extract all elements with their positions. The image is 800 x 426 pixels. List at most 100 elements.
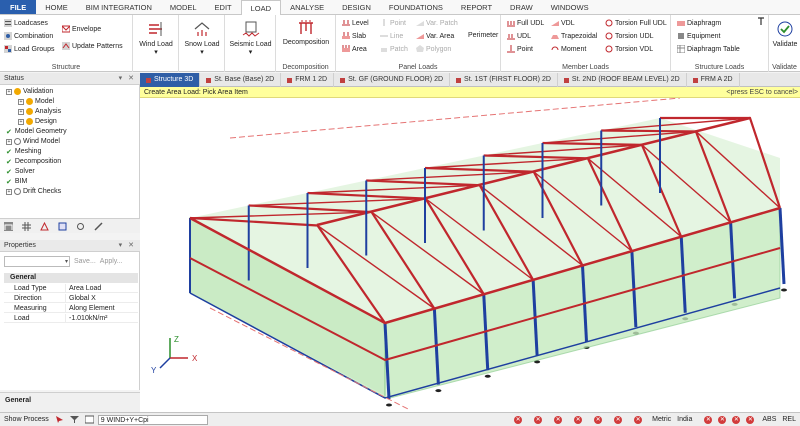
status-panel-controls[interactable]: ▾ ✕ (119, 73, 136, 85)
expand-icon[interactable]: + (6, 88, 12, 95)
slab-load-button[interactable]: Slab (342, 32, 366, 40)
settings-view-icon[interactable] (76, 222, 85, 231)
torsion-full-udl-button[interactable]: Torsion Full UDL (605, 19, 667, 27)
torsion-udl-button[interactable]: Torsion UDL (605, 32, 654, 40)
torsion-vdl-button[interactable]: Torsion VDL (605, 45, 653, 53)
status-tree-item[interactable]: + Model (18, 97, 54, 106)
point-member-load-button[interactable]: Point (507, 45, 533, 53)
doc-tab-roof-beam-2d[interactable]: St. 2ND (ROOF BEAM LEVEL) 2D (558, 73, 687, 87)
property-value[interactable]: Along Element (66, 304, 115, 312)
menu-tab-foundations[interactable]: FOUNDATIONS (380, 0, 452, 14)
error-icon[interactable]: ✕ (732, 415, 741, 424)
menu-tab-bim-integration[interactable]: BIM INTEGRATION (77, 0, 161, 14)
error-icon[interactable]: ✕ (574, 415, 583, 424)
error-icon[interactable]: ✕ (746, 415, 755, 424)
menu-tab-model[interactable]: MODEL (161, 0, 206, 14)
seismic-load-button[interactable]: Seismic Load ▾ (228, 21, 273, 56)
table-icon[interactable] (84, 415, 94, 424)
show-process-button[interactable]: Show Process (4, 416, 49, 423)
property-row[interactable]: Direction Global X (4, 294, 138, 303)
property-row[interactable]: Load -1.010kN/m² (4, 314, 138, 323)
filter-icon[interactable] (69, 415, 79, 424)
doc-tab-base-2d[interactable]: St. Base (Base) 2D (200, 73, 282, 87)
diaphragm-table-button[interactable]: Diaphragm Table (677, 45, 740, 53)
menu-tab-analyse[interactable]: ANALYSE (281, 0, 333, 14)
menu-tab-windows[interactable]: WINDOWS (542, 0, 598, 14)
envelope-button[interactable]: Envelope (62, 25, 101, 33)
trapezoidal-button[interactable]: Trapezoidal (551, 32, 597, 40)
decomposition-button[interactable]: Decomposition (280, 19, 332, 46)
property-value[interactable]: Area Load (66, 284, 101, 292)
property-row[interactable]: Measuring Along Element (4, 304, 138, 313)
combination-button[interactable]: Combination (4, 32, 53, 40)
validate-button[interactable]: Validate (770, 21, 800, 48)
doc-tab-frm-a-2d[interactable]: FRM A 2D (687, 73, 740, 87)
expand-icon[interactable]: + (18, 98, 24, 105)
pick-icon[interactable] (55, 415, 64, 424)
units-indicator[interactable]: Metric (652, 416, 671, 423)
tools-view-icon[interactable] (94, 221, 103, 231)
menu-tab-edit[interactable]: EDIT (206, 0, 241, 14)
error-icon[interactable]: ✕ (514, 415, 523, 424)
doc-tab-first-floor-2d[interactable]: St. 1ST (FIRST FLOOR) 2D (450, 73, 558, 87)
point-panel-load-button[interactable]: Point (380, 19, 406, 27)
equipment-button[interactable]: Equipment (677, 32, 720, 40)
snow-load-button[interactable]: Snow Load ▾ (182, 21, 222, 56)
property-row[interactable]: Load Type Area Load (4, 284, 138, 293)
load-groups-button[interactable]: Load Groups (4, 45, 54, 53)
perimeter-load-button[interactable]: Perimeter (468, 32, 498, 39)
property-value[interactable]: Global X (66, 294, 96, 302)
polygon-load-button[interactable]: Polygon (416, 45, 451, 53)
apply-preset-link[interactable]: Apply... (100, 258, 123, 265)
full-udl-button[interactable]: Full UDL (507, 19, 544, 27)
error-icon[interactable]: ✕ (554, 415, 563, 424)
menu-tab-file[interactable]: FILE (0, 0, 37, 14)
udl-button[interactable]: UDL (507, 32, 531, 40)
property-group-general[interactable]: General (4, 273, 138, 283)
save-preset-link[interactable]: Save... (74, 258, 96, 265)
error-icon[interactable]: ✕ (614, 415, 623, 424)
wind-load-button[interactable]: Wind Load ▾ (136, 21, 176, 56)
doc-tab-ground-floor-2d[interactable]: St. GF (GROUND FLOOR) 2D (334, 73, 451, 87)
menu-tab-design[interactable]: DESIGN (333, 0, 380, 14)
var-patch-load-button[interactable]: Var. Patch (416, 19, 458, 27)
load-view-icon[interactable] (40, 221, 49, 231)
doc-tab-frm-1-2d[interactable]: FRM 1 2D (281, 73, 335, 87)
loadcases-button[interactable]: Loadcases (4, 19, 48, 27)
vdl-button[interactable]: VDL (551, 19, 575, 27)
level-load-button[interactable]: Level (342, 19, 369, 27)
status-tree-item[interactable]: + Wind Model (6, 137, 60, 146)
properties-panel-controls[interactable]: ▾ ✕ (119, 240, 136, 252)
diaphragm-button[interactable]: Diaphragm (677, 19, 721, 27)
update-patterns-button[interactable]: Update Patterns (62, 42, 123, 50)
menu-tab-load[interactable]: LOAD (240, 0, 282, 16)
error-icon[interactable]: ✕ (534, 415, 543, 424)
status-tree-item[interactable]: ✔ Meshing (6, 147, 41, 156)
property-value[interactable]: -1.010kN/m² (66, 314, 108, 322)
error-icon[interactable]: ✕ (634, 415, 643, 424)
moment-button[interactable]: Moment (551, 45, 586, 53)
structure-3d-viewport[interactable]: Z X Y (140, 98, 800, 412)
status-tree-item[interactable]: + Validation (6, 87, 53, 96)
status-tree-item[interactable]: ✔ Model Geometry (6, 127, 67, 136)
abs-toggle[interactable]: ABS (762, 416, 776, 423)
grid-view-icon[interactable] (22, 221, 31, 231)
expand-icon[interactable]: + (18, 118, 24, 125)
status-tree-item[interactable]: + Analysis (18, 107, 61, 116)
status-tree-item[interactable]: + Design (18, 117, 57, 126)
status-tree-item[interactable]: + Drift Checks (6, 187, 61, 196)
menu-tab-report[interactable]: REPORT (452, 0, 501, 14)
region-indicator[interactable]: India (677, 416, 692, 423)
loadcase-selector[interactable]: 9 WIND+Y+Cpi (97, 414, 208, 425)
status-tree-item[interactable]: ✔ Decomposition (6, 157, 61, 166)
model-view-icon[interactable] (4, 221, 13, 231)
expand-icon[interactable]: + (6, 188, 12, 195)
rel-toggle[interactable]: REL (782, 416, 796, 423)
menu-tab-home[interactable]: HOME (36, 0, 77, 14)
menu-tab-draw[interactable]: DRAW (501, 0, 542, 14)
line-panel-load-button[interactable]: Line (380, 32, 403, 40)
design-view-icon[interactable] (58, 222, 67, 231)
patch-panel-load-button[interactable]: Patch (380, 45, 408, 53)
doc-tab-structure-3d[interactable]: Structure 3D (140, 73, 201, 87)
properties-preset-select[interactable]: ▾ (4, 256, 70, 267)
